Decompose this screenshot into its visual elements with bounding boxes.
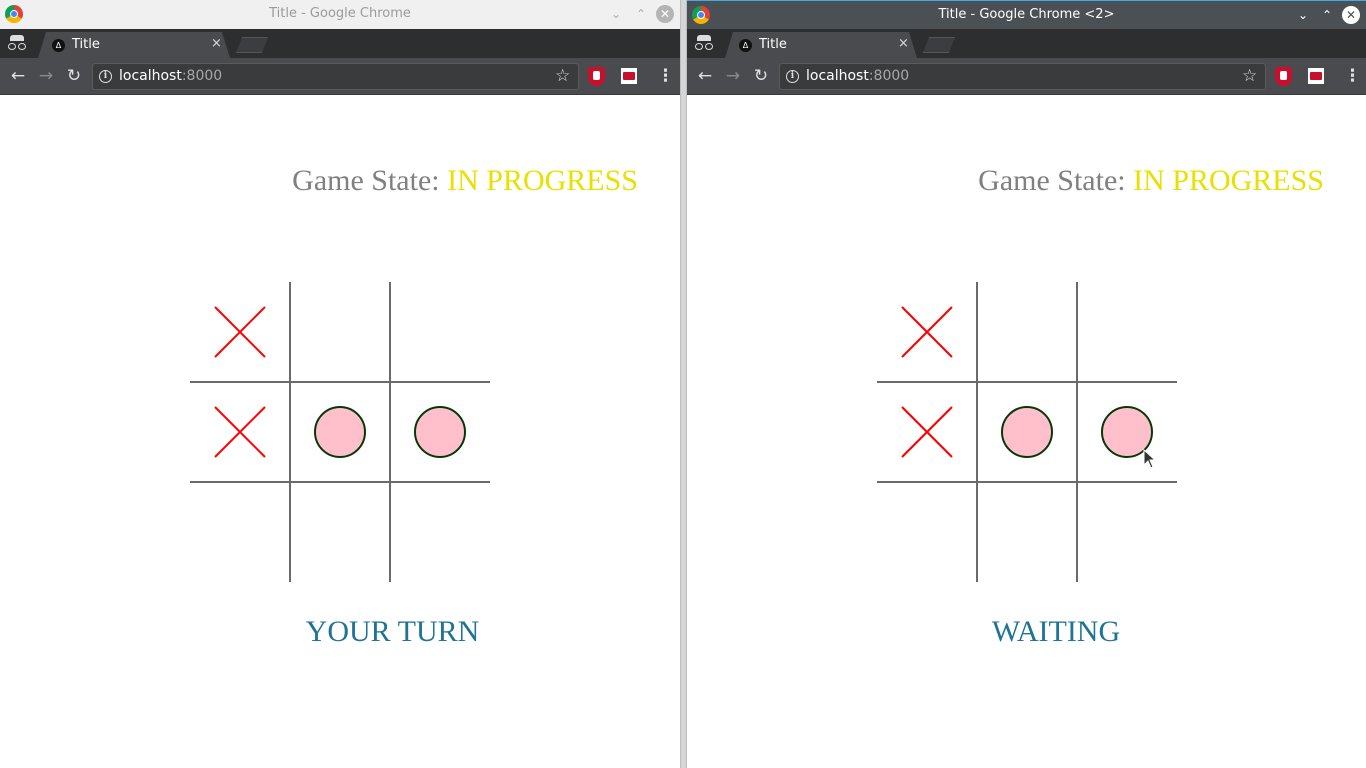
- kebab-menu-icon[interactable]: ⋮: [657, 66, 674, 86]
- ublock-extension-icon[interactable]: [588, 67, 605, 86]
- tab-title[interactable]: Δ Title ×: [38, 32, 230, 58]
- board-cell[interactable]: [190, 482, 290, 582]
- tab-strip: Δ Title ×: [0, 29, 680, 58]
- tab-strip: Δ Title ×: [687, 29, 1366, 58]
- star-icon[interactable]: ☆: [555, 66, 570, 86]
- game-state: Game State: IN PROGRESS: [292, 164, 638, 198]
- incognito-icon: [694, 35, 714, 51]
- x-mark: [901, 306, 953, 358]
- minimize-button[interactable]: ⌄: [607, 5, 625, 23]
- reload-icon[interactable]: ↻: [64, 66, 84, 86]
- address-bar[interactable]: i localhost:8000 ☆: [779, 63, 1266, 90]
- window-title: Title - Google Chrome <2>: [938, 7, 1115, 22]
- forward-arrow-icon[interactable]: →: [723, 66, 743, 86]
- board-cell[interactable]: [1077, 382, 1177, 482]
- window-divider: [680, 0, 687, 768]
- game-state-value: IN PROGRESS: [1133, 164, 1324, 197]
- board-cell[interactable]: [877, 282, 977, 382]
- board-cell[interactable]: [290, 382, 390, 482]
- board-cell[interactable]: [390, 482, 490, 582]
- star-icon[interactable]: ☆: [1242, 66, 1257, 86]
- favicon-icon: Δ: [739, 39, 752, 52]
- browser-window-right: Title - Google Chrome <2> ⌄ ⌃ ✕ Δ Title …: [687, 0, 1366, 768]
- board-cell[interactable]: [290, 282, 390, 382]
- forward-arrow-icon[interactable]: →: [36, 66, 56, 86]
- browser-window-left: Title - Google Chrome ⌄ ⌃ ✕ Δ Title × ← …: [0, 0, 680, 768]
- turn-status: WAITING: [991, 615, 1121, 648]
- x-mark: [901, 406, 953, 458]
- incognito-icon: [7, 35, 27, 51]
- mouse-cursor-icon: [1143, 449, 1157, 469]
- maximize-button[interactable]: ⌃: [632, 5, 650, 23]
- x-mark: [214, 306, 266, 358]
- url-host: localhost: [806, 68, 869, 84]
- favicon-icon: Δ: [52, 39, 65, 52]
- url-host: localhost: [119, 68, 182, 84]
- url-text[interactable]: localhost:8000: [806, 68, 909, 84]
- x-mark: [214, 406, 266, 458]
- tab-title[interactable]: Δ Title ×: [725, 32, 917, 58]
- kebab-menu-icon[interactable]: ⋮: [1344, 66, 1361, 86]
- new-tab-button[interactable]: [923, 37, 955, 53]
- turn-status: YOUR TURN: [305, 615, 480, 648]
- browser-toolbar: ← → ↻ i localhost:8000 ☆ ⋮: [0, 58, 680, 95]
- new-tab-button[interactable]: [236, 37, 268, 53]
- url-port: :8000: [181, 68, 223, 84]
- tic-tac-toe-board: [190, 282, 490, 582]
- game-state-value: IN PROGRESS: [447, 164, 638, 197]
- back-arrow-icon[interactable]: ←: [8, 66, 28, 86]
- browser-toolbar: ← → ↻ i localhost:8000 ☆ ⋮: [687, 58, 1366, 95]
- tic-tac-toe-board: [877, 282, 1177, 582]
- board-cell[interactable]: [977, 282, 1077, 382]
- board-cell[interactable]: [977, 382, 1077, 482]
- board-cell[interactable]: [1077, 282, 1177, 382]
- board-cell[interactable]: [1077, 482, 1177, 582]
- tab-label: Title: [759, 37, 787, 52]
- maximize-button[interactable]: ⌃: [1318, 6, 1336, 24]
- train-extension-icon[interactable]: [1308, 68, 1324, 84]
- url-port: :8000: [868, 68, 910, 84]
- tab-label: Title: [72, 37, 100, 52]
- page-content: Game State: IN PROGRESS WAITING: [687, 96, 1366, 768]
- address-bar[interactable]: i localhost:8000 ☆: [92, 63, 579, 90]
- tab-close-icon[interactable]: ×: [211, 36, 222, 51]
- board-cell[interactable]: [877, 382, 977, 482]
- page-content: Game State: IN PROGRESS YOUR TURN: [0, 96, 680, 768]
- board-cell[interactable]: [190, 382, 290, 482]
- o-mark: [314, 406, 366, 458]
- window-titlebar: Title - Google Chrome ⌄ ⌃ ✕: [0, 0, 680, 29]
- window-titlebar: Title - Google Chrome <2> ⌄ ⌃ ✕: [687, 0, 1366, 29]
- window-title: Title - Google Chrome: [269, 6, 411, 21]
- reload-icon[interactable]: ↻: [751, 66, 771, 86]
- board-cell[interactable]: [390, 382, 490, 482]
- board-cell[interactable]: [977, 482, 1077, 582]
- o-mark: [1101, 406, 1153, 458]
- board-cell[interactable]: [877, 482, 977, 582]
- info-icon[interactable]: i: [99, 70, 112, 83]
- board-cell[interactable]: [290, 482, 390, 582]
- close-window-button[interactable]: ✕: [656, 5, 674, 23]
- game-state-label: Game State:: [292, 164, 440, 197]
- train-extension-icon[interactable]: [621, 68, 637, 84]
- o-mark: [1001, 406, 1053, 458]
- tab-close-icon[interactable]: ×: [898, 36, 909, 51]
- board-cell[interactable]: [390, 282, 490, 382]
- info-icon[interactable]: i: [786, 70, 799, 83]
- back-arrow-icon[interactable]: ←: [695, 66, 715, 86]
- close-window-button[interactable]: ✕: [1342, 6, 1360, 24]
- game-state: Game State: IN PROGRESS: [978, 164, 1324, 198]
- game-state-label: Game State:: [978, 164, 1126, 197]
- o-mark: [414, 406, 466, 458]
- minimize-button[interactable]: ⌄: [1294, 6, 1312, 24]
- board-cell[interactable]: [190, 282, 290, 382]
- ublock-extension-icon[interactable]: [1275, 67, 1292, 86]
- url-text[interactable]: localhost:8000: [119, 68, 222, 84]
